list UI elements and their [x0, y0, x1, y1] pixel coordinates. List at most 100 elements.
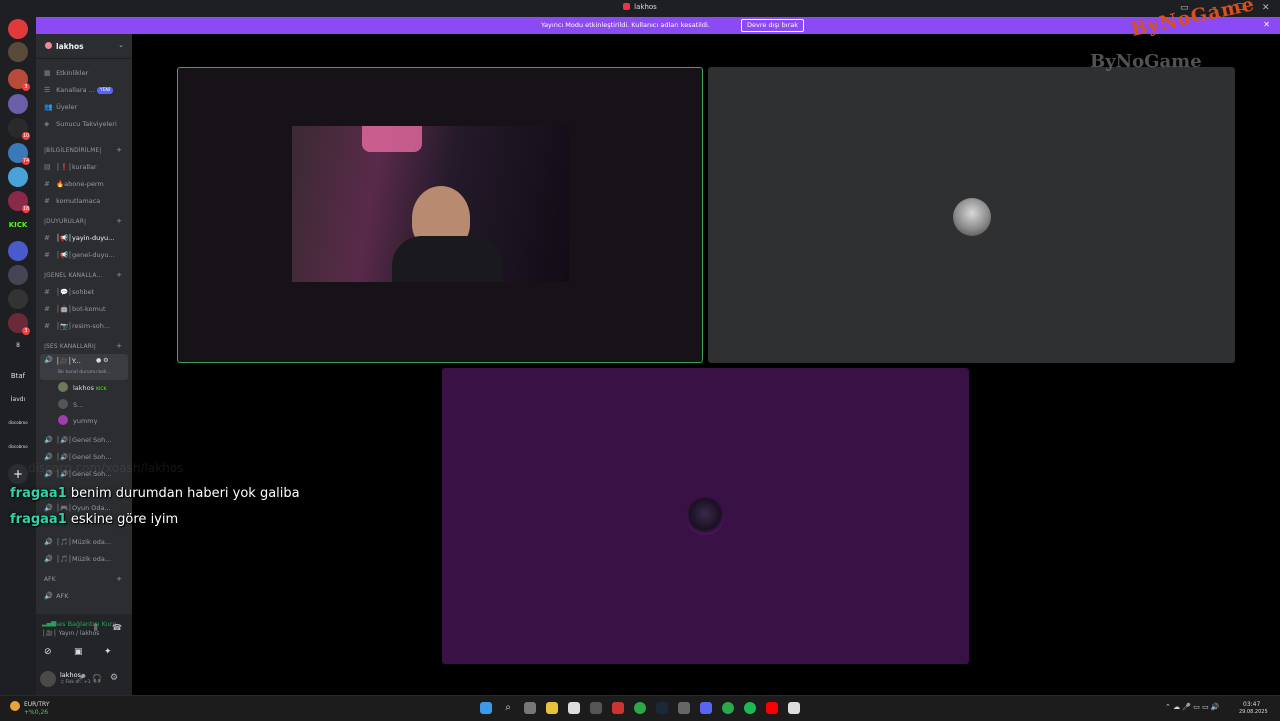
server-icon[interactable]: 8 [3, 342, 33, 349]
channel-abone-perm[interactable]: # 🔥abone-perm [44, 177, 128, 191]
channel-komut[interactable]: # komutlamaca [44, 194, 128, 208]
capcut-icon[interactable] [788, 702, 800, 714]
server-icon[interactable]: 18 [8, 191, 30, 213]
system-tray-icons[interactable]: ⌃ ☁ 🎤 ▭ ▭ 🔊 [1165, 704, 1220, 711]
voice-channel[interactable]: 🔊 │🔊│Genel Soh... [44, 433, 128, 447]
camera-off-icon[interactable]: ⊘ [44, 647, 52, 657]
start-icon[interactable] [480, 702, 492, 714]
add-channel-icon[interactable]: + [116, 575, 122, 583]
streamer-mode-banner: Yayıncı Modu etkinleştirildi. Kullanıcı … [36, 17, 1280, 34]
menu-item-events[interactable]: ▦ Etkinlikler [44, 66, 128, 80]
user-panel: lakhos ♫ Fisk d... +1 🎤 🎧 ⚙ [36, 665, 132, 695]
person-body [392, 236, 502, 282]
steam-icon[interactable] [656, 702, 668, 714]
channel-genel-duyuru[interactable]: # │📢│genel-duyu... [44, 248, 128, 262]
server-icon[interactable]: İavdı [3, 396, 33, 403]
video-tile[interactable] [442, 368, 969, 664]
speaker-icon: 🔊 [44, 436, 53, 444]
avatar[interactable] [40, 671, 56, 687]
channel-actions-icons[interactable]: ● ⚙ [96, 357, 109, 364]
youtube-icon[interactable] [766, 702, 778, 714]
voice-user[interactable]: lakhos KICK [58, 381, 107, 395]
add-server-icon[interactable]: + [8, 464, 28, 484]
menu-label: Etkinlikler [56, 69, 89, 77]
home-server-icon[interactable] [8, 19, 28, 39]
disconnect-icon[interactable]: ☎ [112, 623, 122, 632]
channel-sohbet[interactable]: # │💬│sohbet [44, 285, 128, 299]
boost-icon: ◈ [44, 120, 50, 128]
menu-item-channels[interactable]: ☰ Kanallara ... YENİ [44, 83, 128, 97]
avatar [953, 198, 991, 236]
close-banner-icon[interactable]: ✕ [1263, 20, 1270, 29]
voice-user[interactable]: yummy [58, 414, 97, 428]
hash-icon: # [44, 251, 50, 259]
banner-message: Yayıncı Modu etkinleştirildi. Kullanıcı … [541, 21, 710, 29]
category-voice[interactable]: |SES KANALLARI| [44, 344, 96, 350]
server-icon[interactable] [8, 289, 28, 309]
server-icon[interactable] [8, 167, 28, 187]
category-info[interactable]: |BİLGİLENDİRİLME| [44, 148, 101, 154]
channel-bot-komut[interactable]: # │🤖│bot-komut [44, 302, 128, 316]
server-icon[interactable] [8, 94, 28, 114]
server-icon[interactable]: 3 [8, 313, 30, 335]
voice-channel[interactable]: 🔊 │🎵│Müzik oda... [44, 535, 128, 549]
add-channel-icon[interactable]: + [116, 271, 122, 279]
voice-channel-afk[interactable]: 🔊 AFK [44, 589, 128, 603]
discord-icon[interactable] [700, 702, 712, 714]
category-general[interactable]: |GENEL KANALLA... [44, 273, 103, 279]
settings-icon[interactable] [590, 702, 602, 714]
voice-connection-panel: ▂▄▆ Ses Bağlantısı Kuru │🎥│ Yayın / lakh… [36, 614, 132, 670]
activity-icon[interactable]: ✦ [104, 647, 112, 657]
video-tile[interactable] [708, 67, 1235, 363]
browser-icon[interactable] [722, 702, 734, 714]
video-tile-speaking[interactable] [177, 67, 703, 363]
channel-yayin-duyuru[interactable]: # │📢│yayin-duyu... [44, 231, 128, 245]
active-channel-name: │🎥│Y... [56, 357, 81, 365]
spotify-icon[interactable] [744, 702, 756, 714]
noise-suppression-icon[interactable]: ⫼ [94, 623, 98, 633]
settings-gear-icon[interactable]: ⚙ [110, 673, 118, 683]
category-afk[interactable]: AFK [44, 577, 56, 583]
close-window-button[interactable]: ✕ [1262, 2, 1270, 14]
server-icon[interactable]: 74 [8, 143, 30, 165]
voice-user[interactable]: S... [58, 398, 83, 412]
microphone-icon[interactable]: 🎤 [76, 674, 86, 683]
server-icon[interactable] [8, 241, 28, 261]
calculator-icon[interactable] [678, 702, 690, 714]
chevron-down-icon[interactable]: ⌄ [118, 41, 124, 49]
voice-user-name: S... [73, 401, 84, 409]
kick-server-icon[interactable]: KICK [3, 221, 33, 229]
server-icon[interactable] [8, 265, 28, 285]
task-view-icon[interactable] [524, 702, 536, 714]
server-icon[interactable]: Btaf [3, 372, 33, 380]
server-icon[interactable]: discobroo [3, 420, 33, 425]
stock-widget-icon[interactable] [10, 701, 20, 711]
disable-streamer-mode-button[interactable]: Devre dışı bırak [741, 19, 804, 32]
chat-author: fragaa1 [10, 512, 67, 527]
chrome-icon[interactable] [634, 702, 646, 714]
server-icon[interactable]: discobroo [3, 444, 33, 449]
clock-date[interactable]: 29.08.2025 [1239, 709, 1268, 716]
channel-rules[interactable]: ▤ │❗│kurallar [44, 160, 128, 174]
clock-time[interactable]: 03:47 [1243, 701, 1260, 708]
add-channel-icon[interactable]: + [116, 146, 122, 154]
window-titlebar: lakhos ▭ – ☐ ✕ [0, 0, 1280, 17]
headphones-icon[interactable]: 🎧 [92, 674, 102, 683]
server-icon[interactable] [8, 42, 28, 62]
category-announcements[interactable]: |DUYURULAR| [44, 219, 86, 225]
app-icon[interactable] [612, 702, 624, 714]
menu-item-members[interactable]: 👥 Üyeler [44, 100, 128, 114]
store-icon[interactable] [568, 702, 580, 714]
add-channel-icon[interactable]: + [116, 217, 122, 225]
add-channel-icon[interactable]: + [116, 342, 122, 350]
channel-resim-sohbet[interactable]: # │📷│resim-soh... [44, 319, 128, 333]
server-icon[interactable]: 10 [8, 118, 30, 140]
server-icon[interactable]: 3 [8, 69, 30, 91]
menu-item-boosts[interactable]: ◈ Sunucu Takviyeleri [44, 117, 128, 131]
screen-share-icon[interactable]: ▣ [74, 647, 83, 657]
file-explorer-icon[interactable] [546, 702, 558, 714]
server-header[interactable]: lakhos ⌄ [36, 34, 132, 59]
voice-channel[interactable]: 🔊 │🎵│Müzik oda... [44, 552, 128, 566]
search-icon[interactable]: ⌕ [502, 702, 514, 714]
active-voice-channel[interactable]: 🔊 │🎥│Y... ● ⚙ Bir kanal durumu beli... [40, 354, 128, 380]
